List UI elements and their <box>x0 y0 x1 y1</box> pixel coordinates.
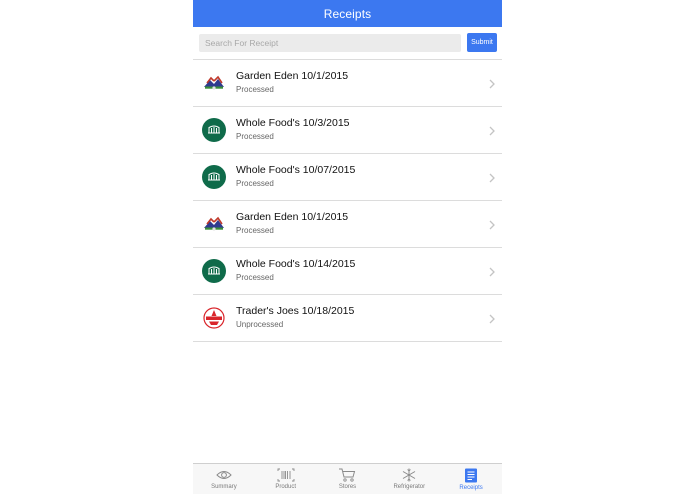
receipt-title: Whole Food's 10/07/2015 <box>236 164 356 176</box>
receipt-list: Garden Eden 10/1/2015 Processed Whole Fo… <box>193 59 502 342</box>
receipt-icon <box>465 468 478 483</box>
tab-summary[interactable]: Summary <box>193 464 255 494</box>
receipt-row[interactable]: Whole Food's 10/3/2015 Processed <box>193 107 502 154</box>
receipt-title: Garden Eden 10/1/2015 <box>236 70 349 82</box>
chevron-right-icon <box>487 266 497 278</box>
nav-header: Receipts <box>193 0 502 27</box>
receipt-row[interactable]: Garden Eden 10/1/2015 Processed <box>193 60 502 107</box>
chevron-right-icon <box>487 219 497 231</box>
receipt-title: Whole Food's 10/14/2015 <box>236 258 356 270</box>
tab-label: Refrigerator <box>393 484 426 490</box>
whole-foods-logo <box>202 165 226 189</box>
cart-icon <box>339 468 356 482</box>
receipt-row[interactable]: Trader's Joes 10/18/2015 Unprocessed <box>193 295 502 342</box>
receipt-status: Unprocessed <box>236 320 284 329</box>
tab-product[interactable]: Product <box>255 464 317 494</box>
tab-label: Receipts <box>459 485 483 491</box>
whole-foods-logo <box>202 259 226 283</box>
tab-bar: Summary Product Stores Refrigerator Rece… <box>193 463 502 494</box>
receipt-status: Processed <box>236 85 274 94</box>
chevron-right-icon <box>487 313 497 325</box>
page-title: Receipts <box>323 6 372 21</box>
eye-icon <box>216 471 232 479</box>
garden-eden-logo <box>202 71 226 95</box>
receipt-status: Processed <box>236 132 274 141</box>
receipt-status: Processed <box>236 226 274 235</box>
receipt-title: Whole Food's 10/3/2015 <box>236 117 350 129</box>
receipt-title: Garden Eden 10/1/2015 <box>236 211 349 223</box>
receipt-status: Processed <box>236 273 274 282</box>
search-input[interactable] <box>199 34 461 52</box>
receipt-status: Processed <box>236 179 274 188</box>
tab-label: Product <box>275 484 297 490</box>
tab-stores[interactable]: Stores <box>317 464 379 494</box>
whole-foods-logo <box>202 118 226 142</box>
search-bar: Submit <box>193 27 502 59</box>
chevron-right-icon <box>487 78 497 90</box>
tab-label: Stores <box>338 484 357 490</box>
receipt-row[interactable]: Whole Food's 10/14/2015 Processed <box>193 248 502 295</box>
barcode-icon <box>277 468 295 482</box>
snowflake-icon <box>403 468 416 482</box>
tab-label: Summary <box>211 484 237 490</box>
app-screen: Receipts Submit Garden Eden 10/1/2015 Pr… <box>193 0 502 494</box>
receipt-row[interactable]: Garden Eden 10/1/2015 Processed <box>193 201 502 248</box>
trader-joes-logo <box>202 306 226 330</box>
tab-receipts[interactable]: Receipts <box>440 464 502 494</box>
receipt-title: Trader's Joes 10/18/2015 <box>236 305 355 317</box>
submit-button[interactable]: Submit <box>467 33 497 52</box>
chevron-right-icon <box>487 125 497 137</box>
tab-refrigerator[interactable]: Refrigerator <box>378 464 440 494</box>
garden-eden-logo <box>202 212 226 236</box>
chevron-right-icon <box>487 172 497 184</box>
receipt-row[interactable]: Whole Food's 10/07/2015 Processed <box>193 154 502 201</box>
